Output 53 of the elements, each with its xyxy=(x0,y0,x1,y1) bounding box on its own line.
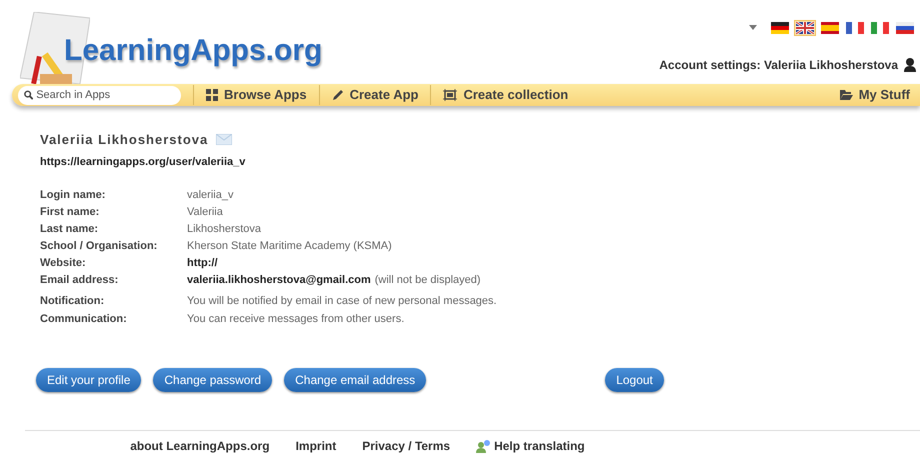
field-value: http:// xyxy=(187,256,218,271)
flag-icon xyxy=(871,22,889,34)
field-value: Likhosherstova xyxy=(187,222,261,237)
field-label: Website: xyxy=(40,256,87,271)
field-value: valeriia_v xyxy=(187,188,234,203)
nav-link[interactable]: Browse Apps xyxy=(206,85,307,105)
profile-button[interactable]: Edit your profile xyxy=(36,368,142,392)
profile-url: https://learningapps.org/user/valeriia_v xyxy=(40,154,246,170)
setting-value: You will be notified by email in case of new personal messages. xyxy=(187,294,498,309)
search-icon xyxy=(24,90,34,100)
logout-button[interactable]: Logout xyxy=(605,368,664,392)
field-label: Email address: xyxy=(40,273,120,288)
footer-link[interactable]: about LearningApps.org xyxy=(130,437,270,455)
field-label: First name: xyxy=(40,205,100,220)
setting-value: You can receive messages from other users. xyxy=(187,312,406,327)
profile-button[interactable]: Change password xyxy=(153,368,272,392)
footer-link[interactable]: Privacy / Terms xyxy=(362,437,450,455)
field-value: valeriia.likhosherstova@gmail.com xyxy=(187,273,371,288)
account-settings-link[interactable]: Account settings: Valeriia Likhosherstova xyxy=(659,56,898,74)
flag-icon xyxy=(796,22,814,34)
field-label: School / Organisation: xyxy=(40,239,158,254)
language-flag[interactable] xyxy=(894,20,916,36)
field-note: (will not be displayed) xyxy=(374,273,481,288)
setting-label: Communication: xyxy=(40,312,128,327)
language-flag[interactable] xyxy=(819,20,841,36)
dropdown-icon[interactable] xyxy=(748,25,758,31)
help-translating-link[interactable]: Help translating xyxy=(476,437,585,455)
profile-name: Valeriia Likhosherstova xyxy=(40,131,208,149)
profile-button[interactable]: Change email address xyxy=(284,368,426,392)
nav-link[interactable]: Create App xyxy=(332,85,418,105)
flag-icon xyxy=(896,22,914,34)
frame-icon xyxy=(443,89,458,101)
field-label: Login name: xyxy=(40,188,106,203)
flag-icon xyxy=(821,22,839,34)
logo-text[interactable]: LearningApps.org xyxy=(64,28,322,73)
my-stuff-link[interactable]: My Stuff xyxy=(840,85,910,105)
field-value: Kherson State Maritime Academy (KSMA) xyxy=(187,239,392,254)
flag-icon xyxy=(771,22,789,34)
folder-icon xyxy=(840,90,853,100)
search-field[interactable]: Search in Apps xyxy=(18,86,181,104)
user-icon xyxy=(904,58,916,72)
field-value: Valeriia xyxy=(187,205,223,220)
nav-link[interactable]: Create collection xyxy=(443,85,568,105)
field-label: Last name: xyxy=(40,222,100,237)
setting-label: Notification: xyxy=(40,294,106,309)
footer-link[interactable]: Imprint xyxy=(296,437,336,455)
language-flag[interactable] xyxy=(794,20,816,36)
pencil-icon xyxy=(332,89,344,101)
language-flag[interactable] xyxy=(769,20,791,36)
flag-icon xyxy=(846,22,864,34)
search-input[interactable]: Search in Apps xyxy=(36,86,175,104)
grid-icon xyxy=(206,89,218,101)
person-icon xyxy=(476,440,490,452)
